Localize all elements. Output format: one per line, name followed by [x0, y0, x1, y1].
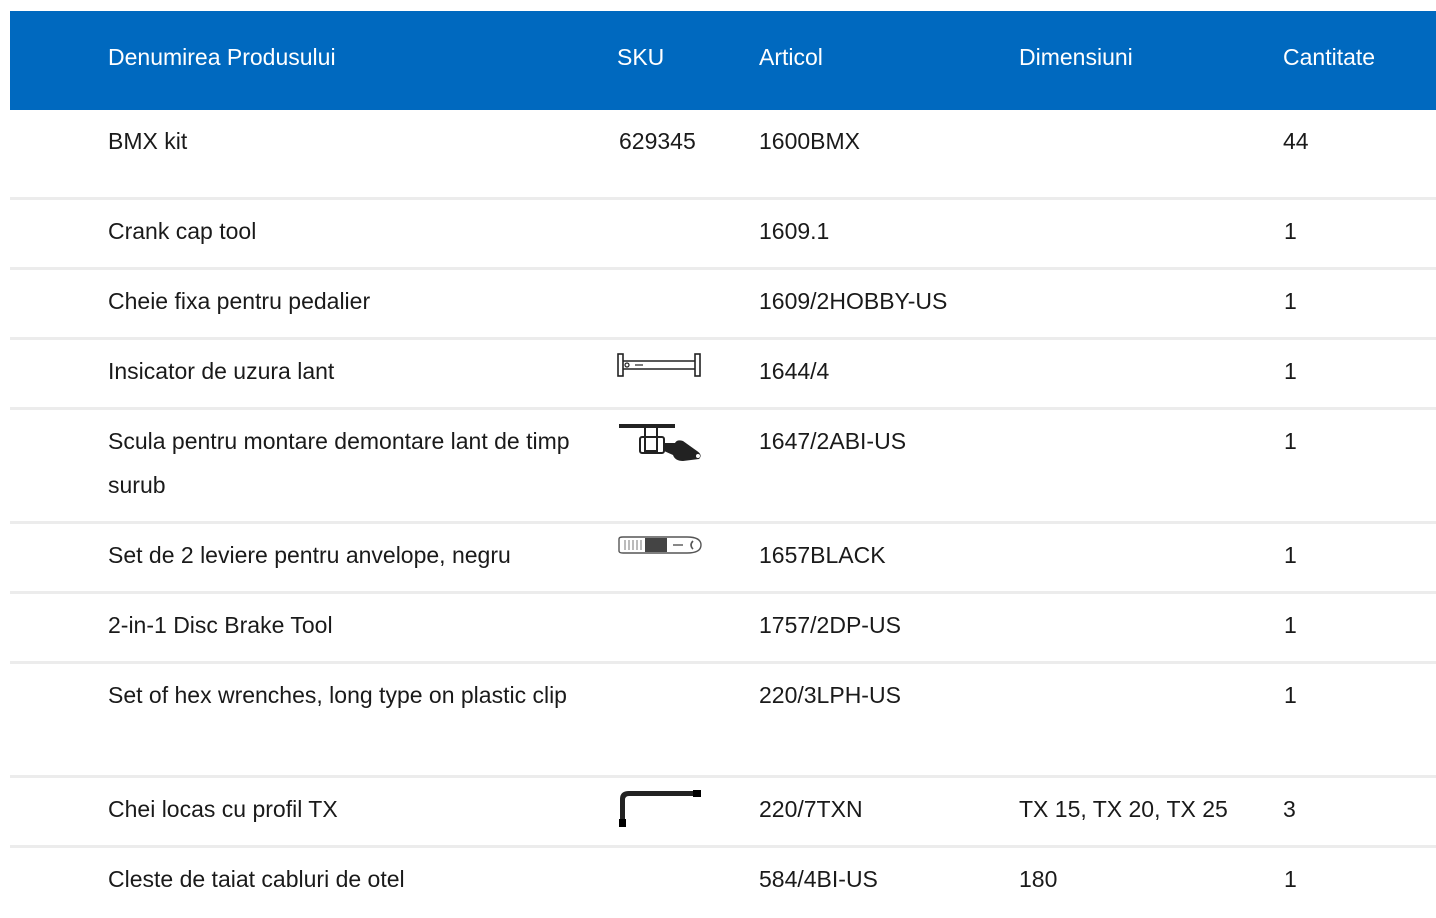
product-dimensions: 180 [1019, 866, 1058, 892]
product-quantity: 44 [1283, 128, 1309, 154]
product-dimensions: TX 15, TX 20, TX 25 [1019, 796, 1228, 822]
table-row[interactable]: Chei locas cu profil TX 220/7TXN TX 15, … [10, 778, 1436, 848]
product-name[interactable]: Chei locas cu profil TX [108, 787, 578, 831]
product-quantity: 1 [1284, 542, 1297, 568]
product-article: 1657BLACK [759, 542, 886, 568]
product-name[interactable]: BMX kit [108, 119, 578, 163]
product-article: 1609.1 [759, 218, 830, 244]
product-name[interactable]: Cleste de taiat cabluri de otel [108, 857, 578, 901]
product-quantity: 1 [1284, 218, 1297, 244]
product-name[interactable]: Set de 2 leviere pentru anvelope, negru [108, 533, 578, 577]
table-row[interactable]: 2-in-1 Disc Brake Tool 1757/2DP-US 1 [10, 594, 1436, 664]
chain-tool-icon[interactable] [617, 421, 703, 465]
table-row[interactable]: Set of hex wrenches, long type on plasti… [10, 664, 1436, 778]
product-article: 1609/2HOBBY-US [759, 288, 948, 314]
product-quantity: 1 [1284, 866, 1297, 892]
table-row[interactable]: Insicator de uzura lant 1644/4 1 [10, 340, 1436, 410]
product-quantity: 1 [1284, 358, 1297, 384]
product-quantity: 1 [1284, 288, 1297, 314]
table-row[interactable]: Crank cap tool 1609.1 1 [10, 200, 1436, 270]
product-quantity: 1 [1284, 682, 1297, 708]
torx-key-icon[interactable] [617, 789, 703, 829]
product-quantity: 1 [1284, 428, 1297, 454]
product-name[interactable]: Cheie fixa pentru pedalier [108, 279, 578, 323]
header-article[interactable]: Articol [759, 42, 999, 72]
table-row[interactable]: Set de 2 leviere pentru anvelope, negru … [10, 524, 1436, 594]
product-table: Denumirea Produsului SKU Articol Dimensi… [10, 11, 1436, 918]
product-article: 1600BMX [759, 128, 861, 154]
table-row[interactable]: Scula pentru montare demontare lant de t… [10, 410, 1436, 524]
table-row[interactable]: Cheie fixa pentru pedalier 1609/2HOBBY-U… [10, 270, 1436, 340]
product-name[interactable]: Crank cap tool [108, 209, 578, 253]
product-name[interactable]: Scula pentru montare demontare lant de t… [108, 419, 578, 507]
product-article: 1757/2DP-US [759, 612, 901, 638]
tire-lever-icon[interactable] [617, 535, 703, 555]
product-article: 220/7TXN [759, 796, 863, 822]
product-article: 584/4BI-US [759, 866, 878, 892]
header-dimensions[interactable]: Dimensiuni [1019, 42, 1269, 72]
product-name[interactable]: Insicator de uzura lant [108, 349, 578, 393]
chain-wear-indicator-icon[interactable] [617, 352, 703, 378]
product-name[interactable]: 2-in-1 Disc Brake Tool [108, 603, 578, 647]
product-sku: 629345 [619, 128, 696, 154]
product-quantity: 1 [1284, 612, 1297, 638]
header-quantity[interactable]: Cantitate [1283, 42, 1403, 72]
table-row[interactable]: BMX kit 629345 1600BMX 44 [10, 110, 1436, 200]
product-name[interactable]: Set of hex wrenches, long type on plasti… [108, 673, 578, 717]
product-quantity: 3 [1283, 796, 1296, 822]
header-product-name[interactable]: Denumirea Produsului [108, 42, 578, 72]
product-article: 1647/2ABI-US [759, 428, 907, 454]
product-article: 1644/4 [759, 358, 830, 384]
product-article: 220/3LPH-US [759, 682, 901, 708]
header-sku[interactable]: SKU [617, 42, 727, 72]
table-header: Denumirea Produsului SKU Articol Dimensi… [10, 11, 1436, 110]
